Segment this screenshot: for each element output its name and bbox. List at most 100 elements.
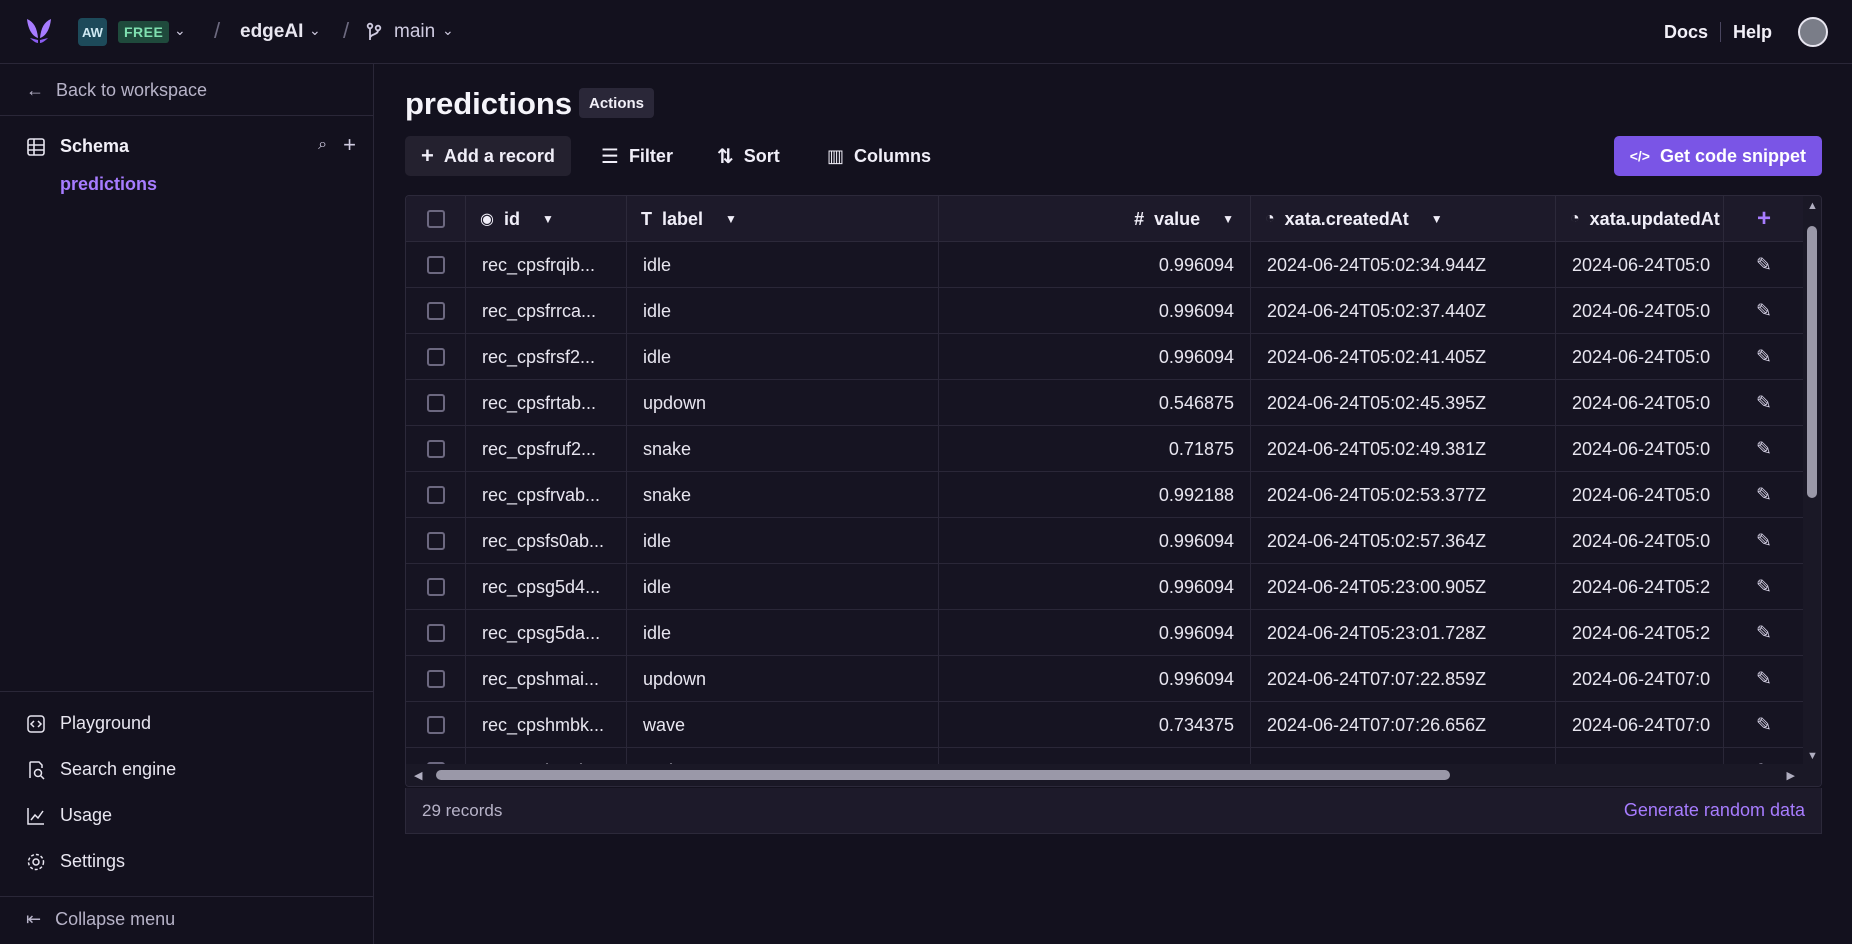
cell-label[interactable]: idle: [627, 610, 939, 656]
cell-label[interactable]: updown: [627, 656, 939, 702]
table-row[interactable]: rec_cpsfrtab... updown 0.546875 2024-06-24T…: [406, 380, 1821, 426]
back-to-workspace-link[interactable]: ← Back to workspace: [26, 80, 207, 101]
cell-id[interactable]: rec_cpsfrrca...: [466, 288, 627, 334]
cell-created-at[interactable]: 2024-06-24T05:23:01.728Z: [1251, 610, 1556, 656]
column-menu-caret-icon[interactable]: ▼: [1222, 212, 1234, 226]
column-menu-caret-icon[interactable]: ▼: [1431, 212, 1443, 226]
cell-created-at[interactable]: 2024-06-24T05:02:53.377Z: [1251, 472, 1556, 518]
cell-id[interactable]: rec_cpsg5da...: [466, 610, 627, 656]
cell-updated-at[interactable]: 2024-06-24T07:0: [1556, 656, 1724, 702]
cell-value[interactable]: 0.992188: [939, 472, 1251, 518]
cell-id[interactable]: rec_cpshmbk...: [466, 702, 627, 748]
vertical-scrollbar[interactable]: ▲ ▼: [1803, 196, 1821, 786]
cell-updated-at[interactable]: 2024-06-24T05:0: [1556, 426, 1724, 472]
add-column-button[interactable]: +: [1724, 196, 1804, 242]
vertical-scroll-thumb[interactable]: [1807, 226, 1817, 498]
scroll-up-arrow-icon[interactable]: ▲: [1807, 200, 1818, 212]
cell-created-at[interactable]: 2024-06-24T05:02:49.381Z: [1251, 426, 1556, 472]
row-checkbox[interactable]: [426, 256, 445, 274]
column-header-updated-at[interactable]: ◔ xata.updatedAt: [1556, 196, 1724, 242]
schema-link[interactable]: Schema: [60, 136, 129, 157]
column-header-label[interactable]: T label ▼: [627, 196, 939, 242]
sidebar-item-playground[interactable]: Playground: [26, 713, 151, 734]
edit-record-pencil-icon[interactable]: ✎: [1724, 426, 1804, 472]
actions-button[interactable]: Actions: [579, 88, 655, 118]
cell-value[interactable]: 0.71875: [939, 426, 1251, 472]
database-name[interactable]: edgeAI: [240, 21, 303, 43]
add-record-button[interactable]: + Add a record: [405, 136, 571, 176]
table-row[interactable]: rec_cpsfs0ab... idle 0.996094 2024-06-24T05…: [406, 518, 1821, 564]
cell-value[interactable]: 0.996094: [939, 288, 1251, 334]
row-checkbox[interactable]: [426, 302, 445, 320]
help-link[interactable]: Help: [1733, 22, 1772, 43]
edit-record-pencil-icon[interactable]: ✎: [1724, 380, 1804, 426]
generate-random-data-link[interactable]: Generate random data: [1624, 800, 1805, 821]
database-chevron-down-icon[interactable]: ⌄: [309, 22, 321, 39]
row-checkbox[interactable]: [426, 486, 445, 504]
edit-record-pencil-icon[interactable]: ✎: [1724, 610, 1804, 656]
cell-created-at[interactable]: 2024-06-24T05:23:00.905Z: [1251, 564, 1556, 610]
cell-updated-at[interactable]: 2024-06-24T05:0: [1556, 288, 1724, 334]
edit-record-pencil-icon[interactable]: ✎: [1724, 702, 1804, 748]
cell-label[interactable]: snake: [627, 426, 939, 472]
row-checkbox[interactable]: [426, 440, 445, 458]
cell-id[interactable]: rec_cpsfs0ab...: [466, 518, 627, 564]
columns-button[interactable]: ▥ Columns: [811, 136, 947, 176]
table-row[interactable]: rec_cpsfrqib... idle 0.996094 2024-06-24T05…: [406, 242, 1821, 288]
edit-record-pencil-icon[interactable]: ✎: [1724, 518, 1804, 564]
column-header-created-at[interactable]: ◔ xata.createdAt ▼: [1251, 196, 1556, 242]
row-checkbox[interactable]: [426, 716, 445, 734]
sidebar-item-settings[interactable]: Settings: [26, 851, 125, 872]
cell-label[interactable]: snake: [627, 472, 939, 518]
cell-id[interactable]: rec_cpsfruf2...: [466, 426, 627, 472]
cell-value[interactable]: 0.996094: [939, 656, 1251, 702]
sidebar-item-usage[interactable]: Usage: [26, 805, 112, 826]
cell-label[interactable]: idle: [627, 564, 939, 610]
cell-created-at[interactable]: 2024-06-24T07:07:26.656Z: [1251, 702, 1556, 748]
table-row[interactable]: rec_cpsfrsf2... idle 0.996094 2024-06-24T05…: [406, 334, 1821, 380]
cell-label[interactable]: idle: [627, 334, 939, 380]
row-checkbox[interactable]: [426, 578, 445, 596]
branch-name[interactable]: main: [394, 21, 435, 43]
cell-id[interactable]: rec_cpsfrqib...: [466, 242, 627, 288]
cell-created-at[interactable]: 2024-06-24T05:02:34.944Z: [1251, 242, 1556, 288]
table-row[interactable]: rec_cpshmai... updown 0.996094 2024-06-24T0…: [406, 656, 1821, 702]
table-row[interactable]: rec_cpsfrrca... idle 0.996094 2024-06-24T05…: [406, 288, 1821, 334]
cell-value[interactable]: 0.546875: [939, 380, 1251, 426]
edit-record-pencil-icon[interactable]: ✎: [1724, 472, 1804, 518]
cell-created-at[interactable]: 2024-06-24T05:02:57.364Z: [1251, 518, 1556, 564]
table-row[interactable]: rec_cpsg5da... idle 0.996094 2024-06-24T05:…: [406, 610, 1821, 656]
column-menu-caret-icon[interactable]: ▼: [542, 212, 554, 226]
horizontal-scroll-thumb[interactable]: [436, 770, 1450, 780]
column-header-id[interactable]: ◉ id ▼: [466, 196, 627, 242]
cell-id[interactable]: rec_cpsfrsf2...: [466, 334, 627, 380]
cell-updated-at[interactable]: 2024-06-24T05:2: [1556, 564, 1724, 610]
xata-logo-icon[interactable]: [24, 16, 54, 46]
edit-record-pencil-icon[interactable]: ✎: [1724, 564, 1804, 610]
cell-value[interactable]: 0.996094: [939, 242, 1251, 288]
edit-record-pencil-icon[interactable]: ✎: [1724, 242, 1804, 288]
user-avatar[interactable]: [1798, 17, 1828, 47]
cell-created-at[interactable]: 2024-06-24T05:02:45.395Z: [1251, 380, 1556, 426]
cell-updated-at[interactable]: 2024-06-24T05:0: [1556, 518, 1724, 564]
row-checkbox[interactable]: [426, 394, 445, 412]
cell-value[interactable]: 0.996094: [939, 610, 1251, 656]
cell-created-at[interactable]: 2024-06-24T05:02:41.405Z: [1251, 334, 1556, 380]
cell-id[interactable]: rec_cpsfrtab...: [466, 380, 627, 426]
get-code-snippet-button[interactable]: </> Get code snippet: [1613, 136, 1822, 176]
cell-created-at[interactable]: 2024-06-24T07:07:22.859Z: [1251, 656, 1556, 702]
edit-record-pencil-icon[interactable]: ✎: [1724, 656, 1804, 702]
cell-updated-at[interactable]: 2024-06-24T07:0: [1556, 702, 1724, 748]
column-menu-caret-icon[interactable]: ▼: [725, 212, 737, 226]
row-checkbox[interactable]: [426, 532, 445, 550]
edit-record-pencil-icon[interactable]: ✎: [1724, 288, 1804, 334]
add-table-icon[interactable]: +: [343, 134, 356, 156]
scroll-down-arrow-icon[interactable]: ▼: [1807, 750, 1818, 762]
cell-created-at[interactable]: 2024-06-24T05:02:37.440Z: [1251, 288, 1556, 334]
scroll-left-arrow-icon[interactable]: ◀: [414, 769, 422, 782]
column-header-value[interactable]: # value ▼: [939, 196, 1251, 242]
cell-value[interactable]: 0.996094: [939, 518, 1251, 564]
table-row[interactable]: rec_cpsfrvab... snake 0.992188 2024-06-24T0…: [406, 472, 1821, 518]
collapse-menu-button[interactable]: ⇤ Collapse menu: [26, 909, 175, 930]
cell-value[interactable]: 0.734375: [939, 702, 1251, 748]
